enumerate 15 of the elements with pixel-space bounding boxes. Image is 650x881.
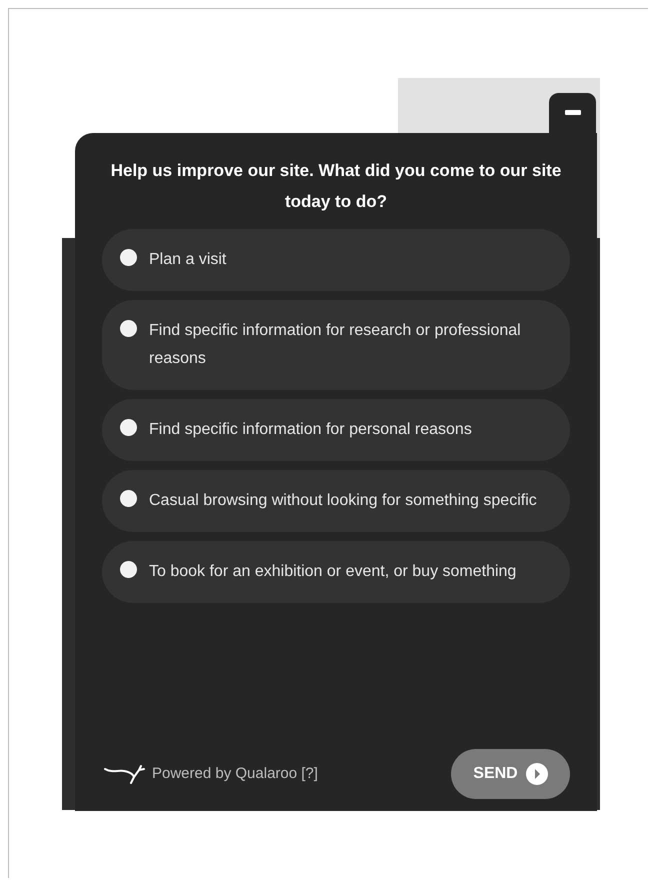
answer-option[interactable]: Casual browsing without looking for something specific bbox=[102, 470, 570, 532]
radio-button[interactable] bbox=[120, 561, 137, 578]
answer-option[interactable]: Find specific information for research or professional reasons bbox=[102, 300, 570, 390]
powered-by-link[interactable]: Powered by Qualaroo [?] bbox=[152, 762, 318, 786]
survey-question: Help us improve our site. What did you come to our site today to do? bbox=[110, 160, 562, 213]
answer-option[interactable]: Plan a visit bbox=[102, 229, 570, 291]
radio-button[interactable] bbox=[120, 249, 137, 266]
radio-button[interactable] bbox=[120, 490, 137, 507]
answer-option[interactable]: Find specific information for personal reasons bbox=[102, 399, 570, 461]
answer-option[interactable]: To book for an exhibition or event, or buy something bbox=[102, 541, 570, 603]
minimize-icon bbox=[564, 110, 580, 115]
minimize-button[interactable] bbox=[549, 92, 597, 134]
send-button[interactable]: SEND bbox=[451, 749, 570, 799]
radio-button[interactable] bbox=[120, 320, 137, 337]
radio-button[interactable] bbox=[120, 419, 137, 436]
